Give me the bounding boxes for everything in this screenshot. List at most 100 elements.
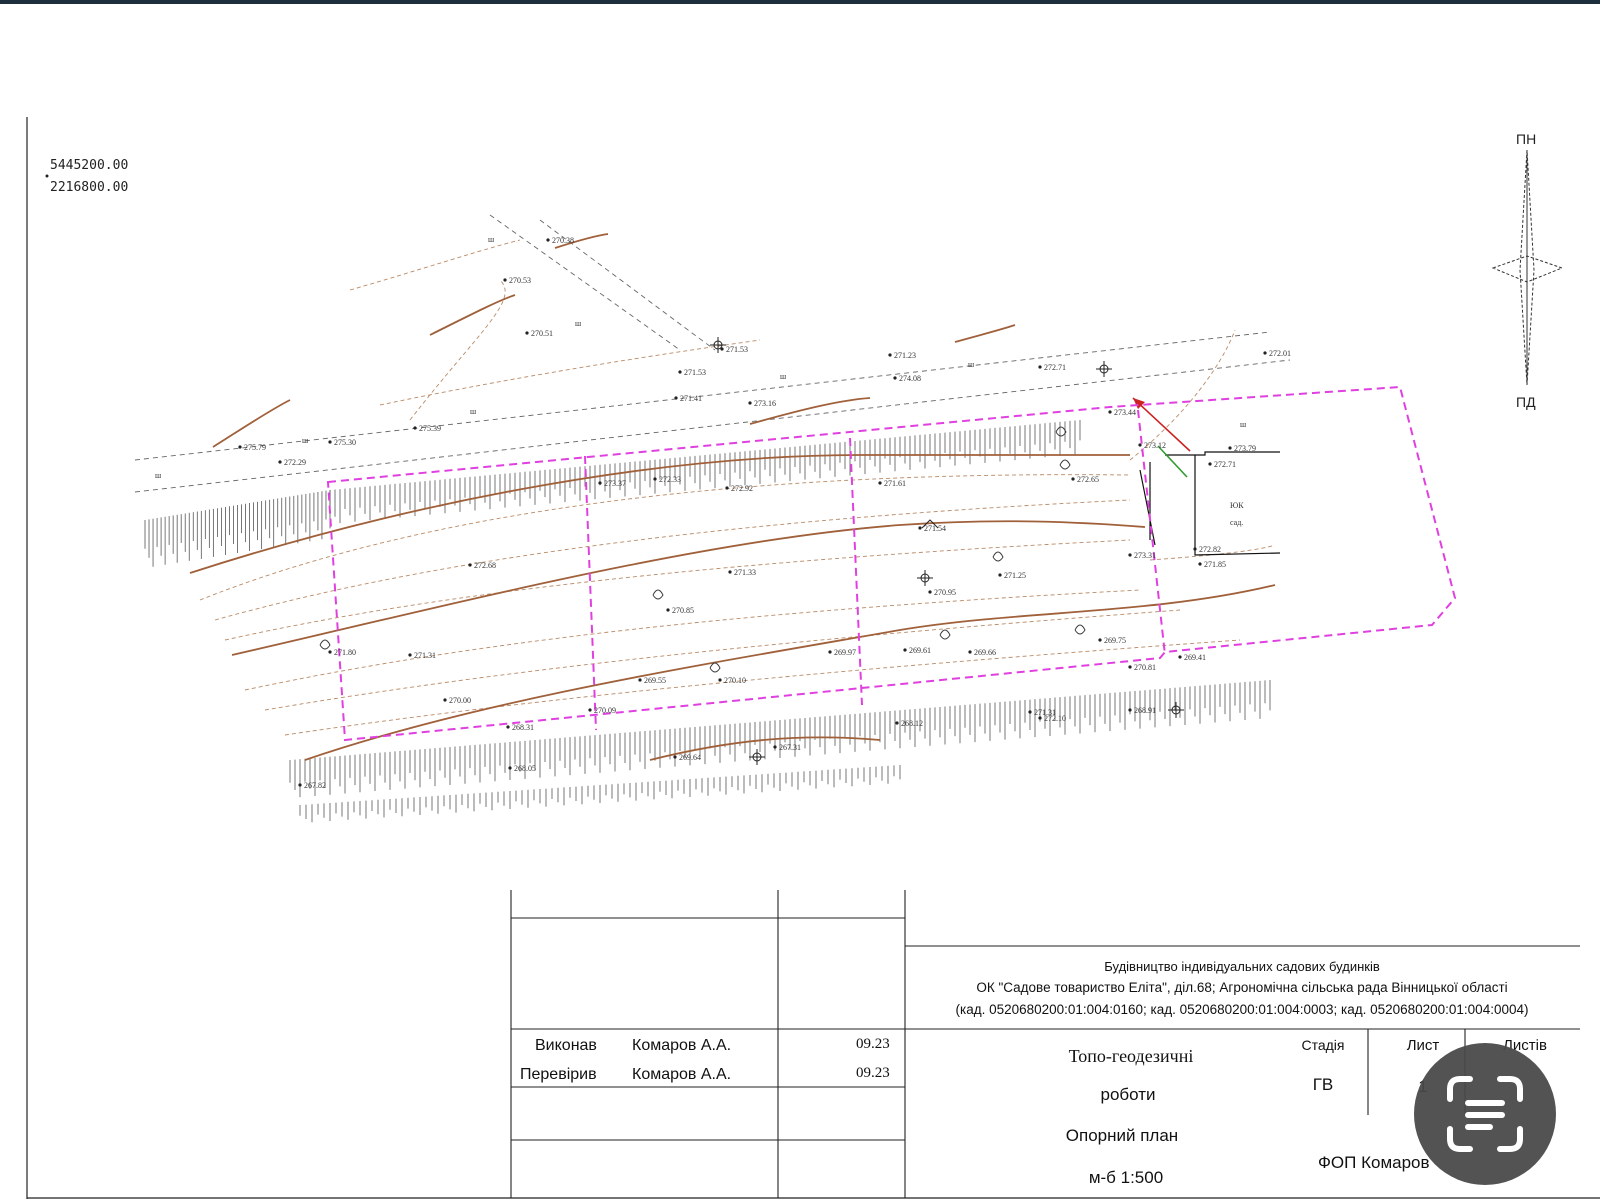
terrain-label: ш (470, 407, 477, 416)
spot-height-point (1128, 553, 1132, 557)
north-label: ПН (1516, 131, 1536, 147)
spot-height-point (928, 590, 932, 594)
spot-height-label: 273.79 (1234, 444, 1256, 453)
parcel-boundaries (326, 385, 1457, 742)
spot-height-label: 273.16 (754, 399, 776, 408)
work-title-1: Топо-геодезичні (1069, 1046, 1194, 1066)
spot-height-label: 272.33 (659, 475, 681, 484)
spot-height-point (903, 648, 907, 652)
spot-height-point (1193, 547, 1197, 551)
scan-text-button[interactable] (1414, 1043, 1556, 1185)
spot-height-point (328, 440, 332, 444)
spot-height-label: 273.37 (604, 479, 626, 488)
spot-height-point (1038, 365, 1042, 369)
spot-height-point (1028, 710, 1032, 714)
spot-height-point (1178, 655, 1182, 659)
spot-height-label: 270.85 (672, 606, 694, 615)
spot-height-label: 272.71 (1044, 363, 1066, 372)
spot-height-label: 270.51 (531, 329, 553, 338)
spot-height-point (666, 608, 670, 612)
spot-height-point (1198, 562, 1202, 566)
spot-height-point (1208, 462, 1212, 466)
spot-height-point (718, 678, 722, 682)
spot-height-point (1263, 351, 1267, 355)
work-title-2: роботи (1100, 1085, 1155, 1104)
stage-value: ГВ (1313, 1075, 1334, 1094)
spot-height-point (1071, 477, 1075, 481)
spot-height-label: 270.38 (552, 236, 574, 245)
spot-height-point (508, 766, 512, 770)
spot-height-point (413, 426, 417, 430)
spot-height-label: 270.95 (934, 588, 956, 597)
scan-text-icon (1447, 1076, 1523, 1152)
green-reference-line (1157, 445, 1188, 478)
south-label: ПД (1516, 394, 1536, 410)
terrain-label: ш (488, 235, 495, 244)
spot-height-point (278, 460, 282, 464)
spot-height-point (998, 573, 1002, 577)
spot-height-label: 268.91 (1134, 706, 1156, 715)
spot-heights: 270.38 270.53 270.51 271.53 271.53 271.23 272.… (238, 236, 1291, 790)
spot-height-point (888, 353, 892, 357)
role-performed: Виконав (535, 1037, 597, 1054)
spot-height-label: 268.12 (901, 719, 923, 728)
spot-height-point (1128, 708, 1132, 712)
spot-height-label: 273.44 (1114, 408, 1136, 417)
spot-height-label: 275.79 (244, 443, 266, 452)
spot-height-label: 268.05 (514, 764, 536, 773)
spot-height-label: 272.29 (284, 458, 306, 467)
spot-height-point (546, 238, 550, 242)
spot-height-label: 269.97 (834, 648, 856, 657)
spot-height-label: 268.31 (512, 723, 534, 732)
spot-height-label: 272.65 (1077, 475, 1099, 484)
name-checked: Комаров А.А. (632, 1066, 731, 1083)
spot-height-label: 272.92 (731, 484, 753, 493)
coord-easting: 2216800.00 (50, 180, 128, 195)
spot-height-label: 275.39 (419, 424, 441, 433)
spot-height-label: 271.41 (680, 394, 702, 403)
spot-height-label: 273.31 (1134, 551, 1156, 560)
building-sub-label: сад. (1230, 518, 1243, 527)
spot-height-label: 271.25 (1004, 571, 1026, 580)
date-performed: 09.23 (856, 1036, 890, 1052)
spot-height-label: 272.68 (474, 561, 496, 570)
spot-height-label: 272.10 (1044, 714, 1066, 723)
spot-height-point (1108, 410, 1112, 414)
spot-height-point (725, 486, 729, 490)
small-labels: ш ш ш ш ш ш ш ш (155, 235, 1247, 480)
spot-height-label: 270.53 (509, 276, 531, 285)
spot-height-label: 271.53 (726, 345, 748, 354)
spot-height-label: 267.82 (304, 781, 326, 790)
coord-northing: 5445200.00 (50, 158, 128, 173)
terrain-label: ш (155, 471, 162, 480)
spot-height-label: 274.08 (899, 374, 921, 383)
sheet-frame (26, 117, 1600, 1199)
spot-height-point (895, 721, 899, 725)
spot-height-point (728, 570, 732, 574)
project-line-3: (кад. 0520680200:01:004:0160; кад. 05206… (956, 1002, 1529, 1017)
spot-height-label: 269.41 (1184, 653, 1206, 662)
organization: ФОП Комаров (1318, 1153, 1430, 1172)
spot-height-point (1228, 446, 1232, 450)
spot-height-point (1128, 665, 1132, 669)
project-line-1: Будівництво індивідуальних садових будин… (1104, 959, 1380, 974)
spot-height-point (443, 698, 447, 702)
spot-height-label: 272.71 (1214, 460, 1236, 469)
sheet-header: Лист (1407, 1037, 1440, 1054)
terrain-label: ш (968, 360, 975, 369)
spot-height-label: 269.75 (1104, 636, 1126, 645)
spot-height-point (506, 725, 510, 729)
spot-height-label: 269.66 (974, 648, 996, 657)
spot-height-label: 270.10 (724, 676, 746, 685)
topographic-map: ЮК сад. 270.38270.53270.51271.53271.5327… (134, 214, 1457, 823)
spot-height-point (503, 278, 507, 282)
spot-height-label: 269.61 (909, 646, 931, 655)
spot-height-label: 267.31 (779, 743, 801, 752)
spot-height-label: 271.53 (684, 368, 706, 377)
spot-height-label: 271.54 (924, 524, 946, 533)
spot-height-label: 272.01 (1269, 349, 1291, 358)
spot-height-point (673, 755, 677, 759)
project-line-2: ОК "Садове товариство Еліта", діл.68; Аг… (976, 980, 1507, 995)
building-outline (1139, 451, 1281, 556)
spot-height-point (653, 477, 657, 481)
